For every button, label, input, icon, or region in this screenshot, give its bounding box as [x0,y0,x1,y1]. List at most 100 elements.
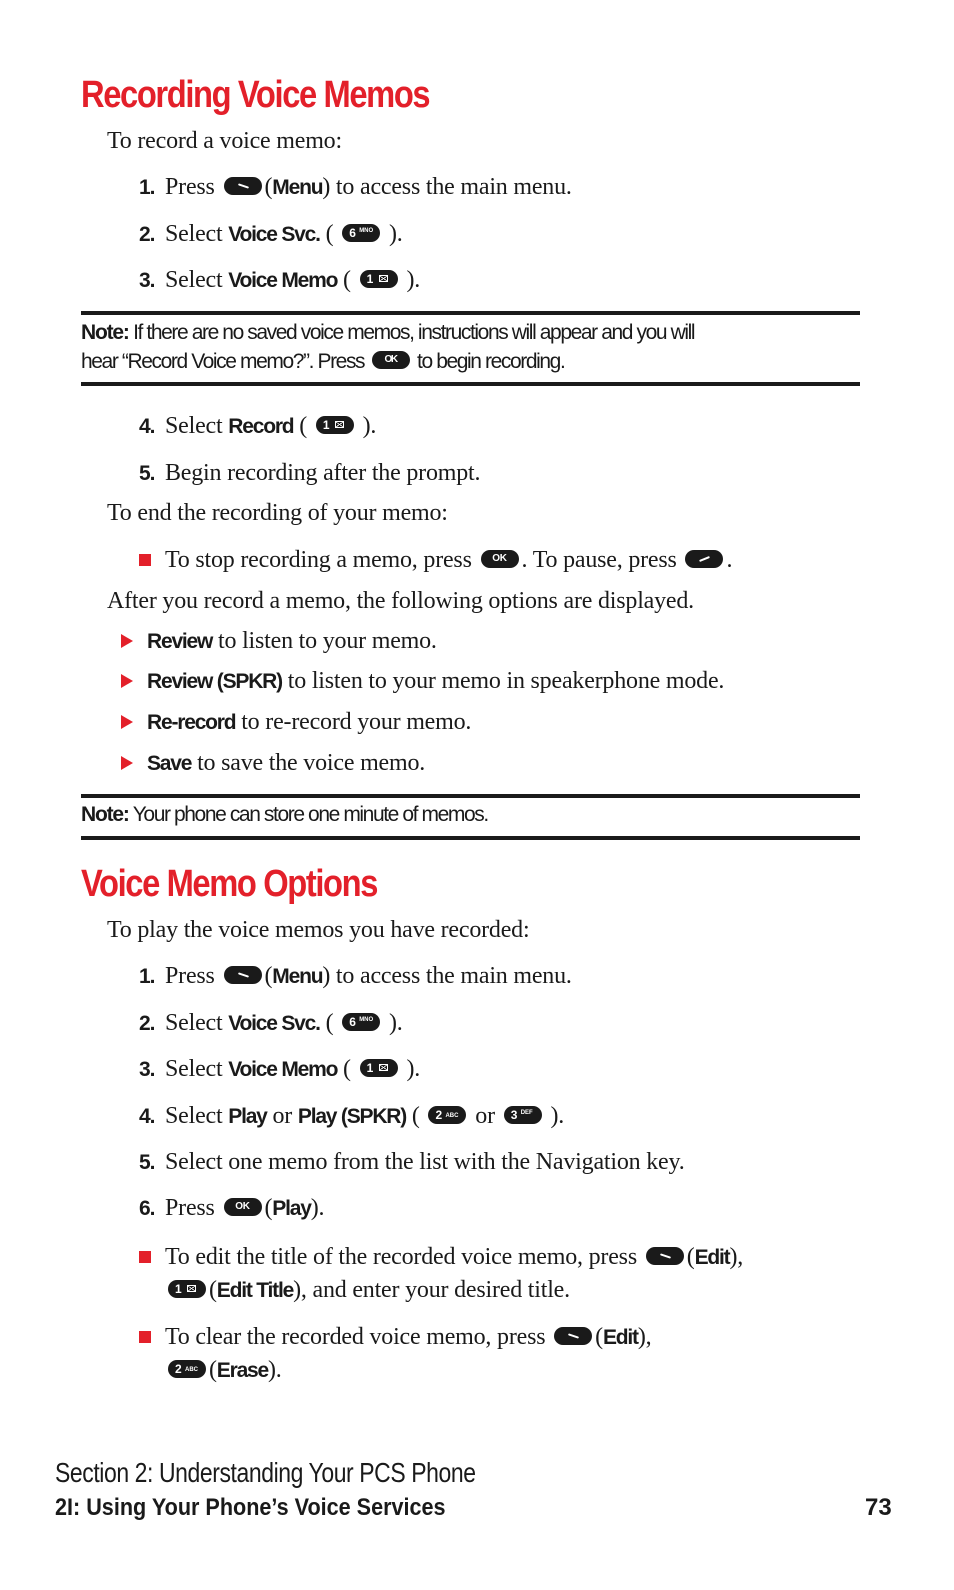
divider [81,836,860,840]
end-intro: To end the recording of your memo: [107,500,448,526]
ok-key-icon: OK [480,550,519,569]
step-text: ). [383,1010,403,1036]
bullet-text: ), [637,1324,652,1350]
step-text: Select [165,413,223,439]
key-1-icon: 1 [359,1059,398,1078]
intro-text: To play the voice memos you have recorde… [107,917,530,943]
step-2: 2. Select Voice Svc. ( 6 MNO ). [139,1010,403,1037]
after-intro: After you record a memo, the following o… [107,588,694,614]
step-number: 1. [139,176,156,199]
erase-label: Erase [216,1359,269,1382]
footer-section: Section 2: Understanding Your PCS Phone [55,1457,476,1488]
step-text: or [475,1103,495,1129]
step-text: ). [356,413,377,439]
step-text: ). [400,1056,421,1082]
paren: ( [319,1010,334,1036]
paren: ( [406,1103,420,1129]
menu-label: Menu [272,965,323,988]
note-label: Note: [81,803,130,826]
paren: ( [209,1357,217,1383]
play-label: Play [228,1105,268,1128]
page-number: 73 [865,1494,892,1521]
step-number: 2. [139,223,156,246]
bullet-triangle-icon [121,756,133,770]
step-text: Select one memo from the list with the N… [165,1149,685,1175]
note-box-2: Note: Your phone can store one minute of… [81,800,489,829]
option-save: Save to save the voice memo. [121,750,425,777]
step-2: 2. Select Voice Svc. ( 6 MNO ). [139,221,403,248]
left-softkey-icon [223,966,262,985]
end-bullet: To stop recording a memo, press OK. To p… [139,547,732,574]
key-2-icon: 2 ABC [428,1106,467,1125]
left-softkey-icon [645,1247,684,1266]
step-text: Press [165,174,215,200]
section-title-options: Voice Memo Options [81,863,378,905]
step-text: ). [544,1103,565,1129]
option-label: Review (SPKR) [147,670,283,693]
play-label: Play [272,1197,312,1220]
option-rerecord: Re-record to re-record your memo. [121,709,471,736]
paren: ( [595,1324,603,1350]
bullet-erase: To clear the recorded voice memo, press … [139,1321,652,1387]
divider [81,382,860,386]
voice-memo-label: Voice Memo [228,1058,338,1081]
key-3-icon: 3 DEF [503,1106,542,1125]
key-1-icon: 1 [168,1280,206,1299]
step-6: 6. Press OK (Play). [139,1195,324,1222]
step-text: Select [165,1103,223,1129]
step-number: 1. [139,965,156,988]
bullet-square-icon [139,1251,151,1263]
step-number: 6. [139,1197,156,1220]
edit-title-label: Edit Title [216,1279,295,1302]
step-text: ) to access the main menu. [322,963,572,989]
ok-key-icon: OK [371,351,410,370]
step-text: ). [383,221,403,247]
step-number: 3. [139,1058,156,1081]
paren: ( [293,413,308,439]
bullet-square-icon [139,1331,151,1343]
step-1: 1. Press (Menu) to access the main menu. [139,963,572,990]
step-number: 3. [139,269,156,292]
option-label: Re-record [147,711,237,734]
step-text: Select [165,1010,223,1036]
option-text: to listen to your memo. [218,628,437,654]
paren: ( [686,1244,695,1270]
left-softkey-icon [554,1327,593,1346]
intro-text: To record a voice memo: [107,128,342,154]
option-review-spkr: Review (SPKR) to listen to your memo in … [121,668,724,695]
note-text: hear “Record Voice memo?”. Press [81,350,366,373]
step-4: 4. Select Play or Play (SPKR) ( 2 ABC or 3… [139,1103,564,1130]
step-number: 5. [139,462,156,485]
step-number: 4. [139,415,156,438]
paren: ( [337,1056,351,1082]
bullet-text: . [726,547,733,573]
paren: ( [319,221,334,247]
step-text: Press [165,963,215,989]
key-6-icon: 6 MNO [342,224,381,243]
paren: ( [337,267,351,293]
voice-svc-label: Voice Svc. [228,223,321,246]
bullet-text: To stop recording a memo, press [165,547,472,573]
step-number: 5. [139,1151,156,1174]
paren: ( [209,1277,217,1303]
record-label: Record [228,415,294,438]
step-text: Select [165,221,223,247]
bullet-text: ). [268,1357,282,1383]
step-text: ) to access the main menu. [322,174,572,200]
divider [81,311,860,315]
edit-label: Edit [602,1326,639,1349]
step-text: ). [400,267,421,293]
ok-key-icon: OK [223,1198,262,1217]
step-5: 5. Select one memo from the list with the… [139,1149,685,1176]
note-text: to begin recording. [417,350,566,373]
step-1: 1. Press (Menu) to access the main menu. [139,174,572,201]
bullet-text: To clear the recorded voice memo, press [165,1324,546,1350]
step-5: 5. Begin recording after the prompt. [139,460,480,487]
step-number: 2. [139,1012,156,1035]
step-number: 4. [139,1105,156,1128]
step-text: ). [310,1195,325,1221]
voice-svc-label: Voice Svc. [228,1012,321,1035]
key-6-icon: 6 MNO [342,1013,381,1032]
bullet-text: ), and enter your desired title. [293,1277,570,1303]
bullet-triangle-icon [121,674,133,688]
